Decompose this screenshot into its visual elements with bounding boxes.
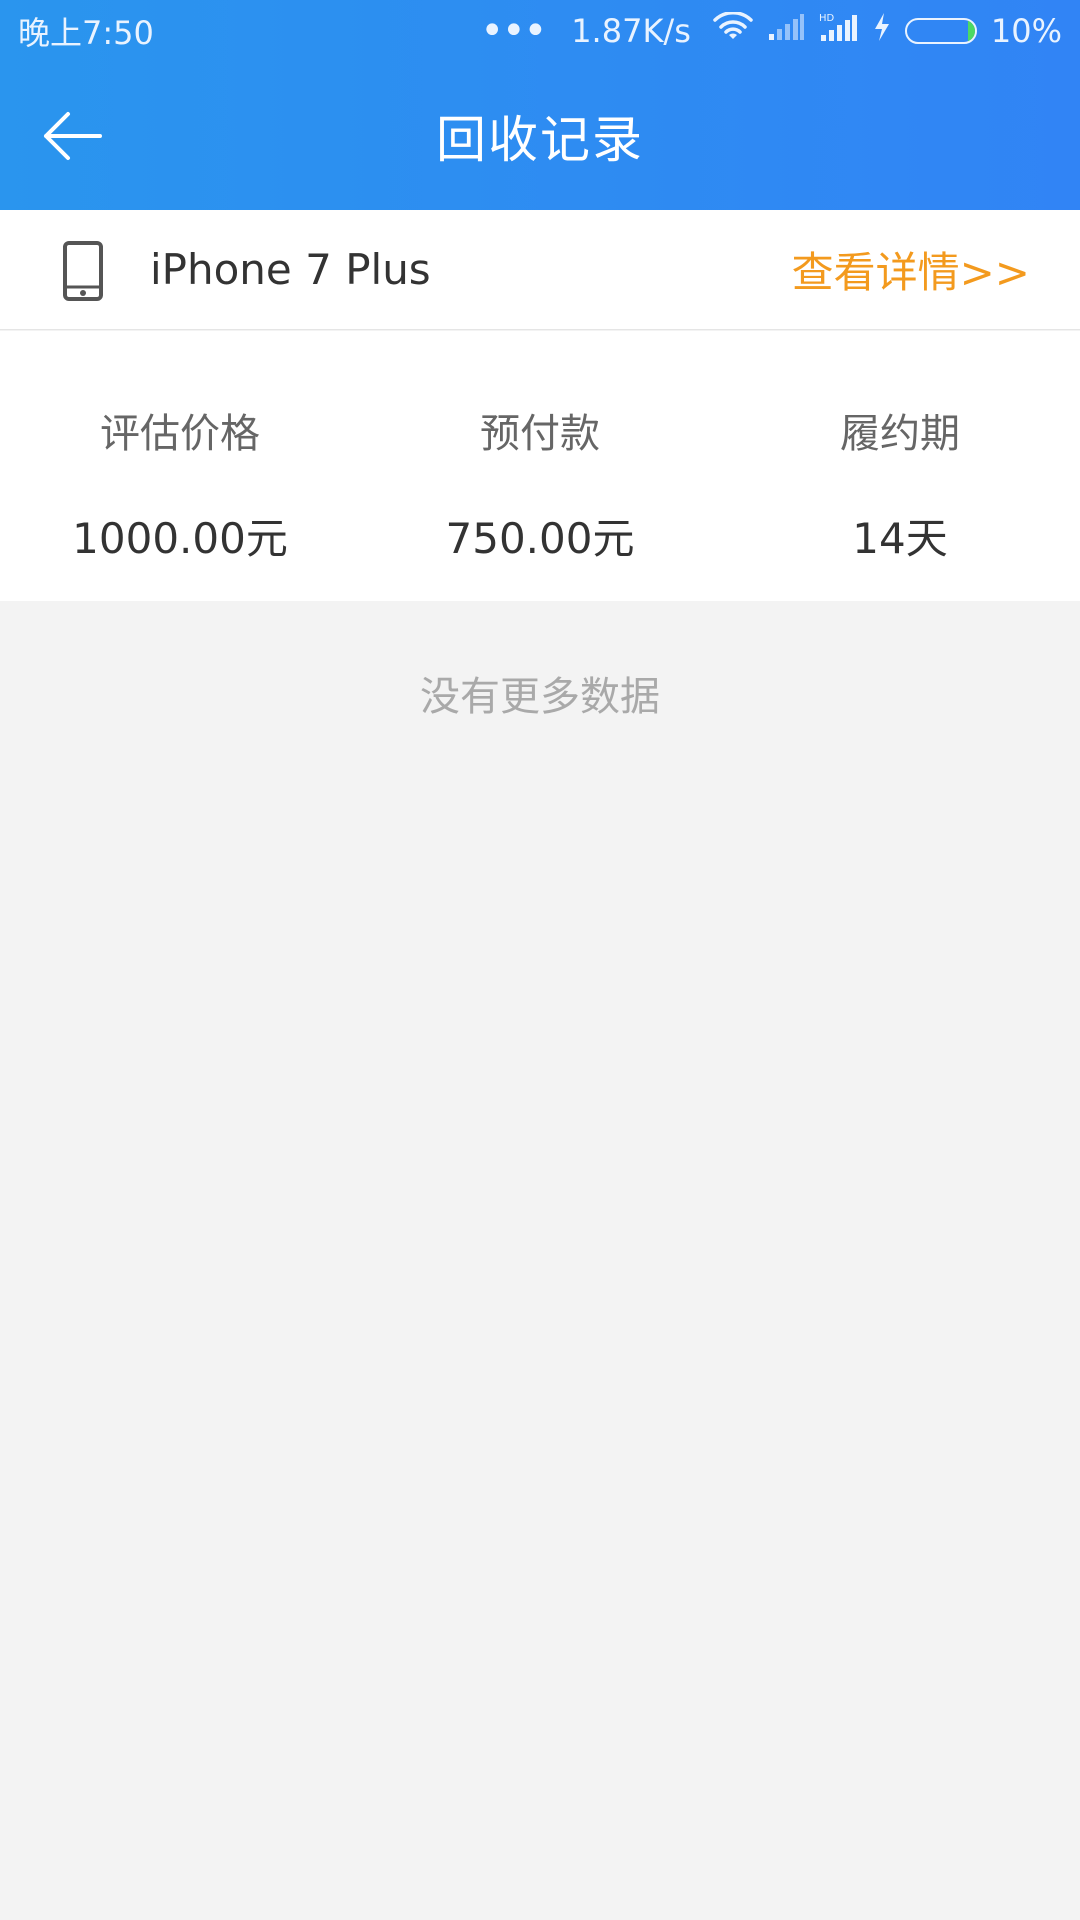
- stat-value: 1000.00元: [72, 514, 288, 563]
- stat-value: 14天: [852, 514, 948, 563]
- page-title: 回收记录: [436, 111, 644, 169]
- stat-estimated-price: 评估价格 1000.00元: [0, 331, 360, 601]
- status-bar: 晚上7:50 ••• 1.87K/s HD 10%: [0, 0, 1080, 62]
- net-speed: 1.87K/s: [571, 12, 691, 50]
- svg-text:HD: HD: [819, 13, 835, 24]
- phone-icon: [63, 241, 103, 301]
- app-root: 晚上7:50 ••• 1.87K/s HD 10% 回收记录 iPhone 7 …: [0, 0, 1080, 1920]
- battery-icon: [904, 18, 977, 44]
- stat-contract-period: 履约期 14天: [720, 331, 1080, 601]
- stat-value: 750.00元: [445, 514, 635, 563]
- battery-level: [968, 20, 975, 42]
- no-more-data: 没有更多数据: [420, 674, 660, 720]
- status-right: ••• 1.87K/s HD 10%: [480, 11, 1062, 51]
- stat-label: 评估价格: [100, 411, 260, 457]
- stat-prepayment: 预付款 750.00元: [360, 331, 720, 601]
- back-button[interactable]: [36, 100, 108, 172]
- stat-label: 预付款: [480, 411, 600, 457]
- view-details-link[interactable]: 查看详情>>: [792, 239, 1030, 300]
- signal-icon: [767, 12, 805, 50]
- device-name: iPhone 7 Plus: [150, 245, 431, 294]
- record-stats: 评估价格 1000.00元 预付款 750.00元 履约期 14天: [0, 331, 1080, 601]
- more-indicator: •••: [480, 8, 547, 54]
- header: 晚上7:50 ••• 1.87K/s HD 10% 回收记录: [0, 0, 1080, 210]
- hd-signal-icon: HD: [819, 11, 859, 51]
- stat-label: 履约期: [840, 411, 960, 457]
- charging-icon: [873, 12, 891, 50]
- title-bar: 回收记录: [0, 62, 1080, 210]
- status-time: 晚上7:50: [18, 14, 154, 52]
- battery-percent: 10%: [990, 12, 1062, 50]
- device-row: iPhone 7 Plus 查看详情>>: [0, 210, 1080, 330]
- wifi-icon: [713, 11, 753, 50]
- arrow-left-icon: [44, 112, 102, 160]
